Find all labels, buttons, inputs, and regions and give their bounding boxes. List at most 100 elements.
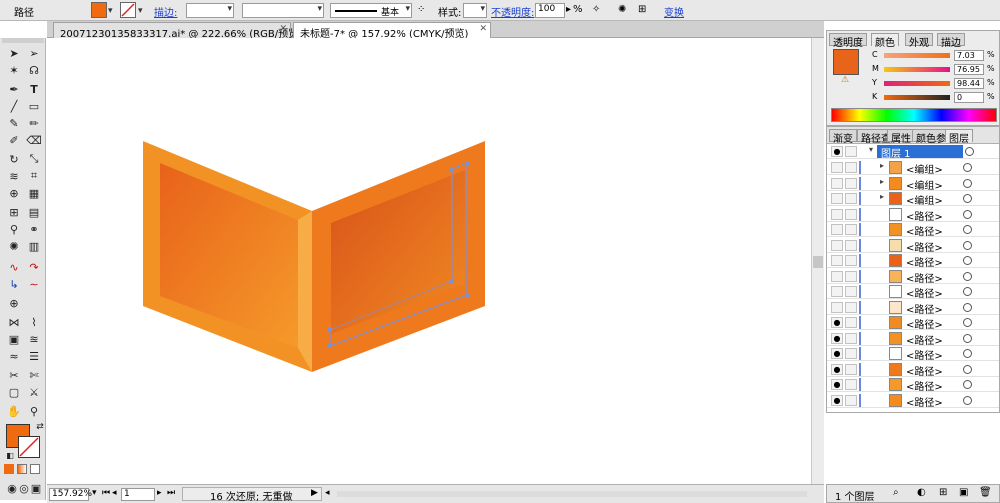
layer-item-row[interactable]: ● <路径> [827, 315, 999, 331]
lock-toggle[interactable] [845, 317, 857, 328]
locate-object-icon[interactable]: ⌕ [893, 487, 899, 498]
scroll-thumb[interactable] [813, 256, 823, 268]
align-icon[interactable]: ⊞ [638, 4, 646, 15]
stroke-profile-field[interactable]: 基本 ▾ [330, 3, 412, 18]
target-icon[interactable] [963, 287, 972, 296]
layer-item-row[interactable]: ▸ <编组> [827, 176, 999, 192]
fill-swatch[interactable] [91, 2, 107, 18]
tab-stroke[interactable]: 描边 [937, 33, 965, 49]
out-of-gamut-icon[interactable]: ⚠ [841, 75, 849, 85]
pen-tool-icon[interactable]: ✒ [6, 82, 22, 96]
selection-tool-icon[interactable]: ➤ [6, 46, 22, 60]
free-transform-icon[interactable]: ⌗ [26, 169, 42, 183]
gradient-mode-swatch[interactable] [17, 464, 27, 474]
hand-tool-icon[interactable]: ✋ [6, 404, 22, 418]
gradient-tool-icon[interactable]: ▤ [26, 205, 42, 219]
opacity-link[interactable]: 不透明度: [491, 4, 534, 19]
zoom-field[interactable]: 157.92% [49, 488, 92, 501]
visibility-eye-icon[interactable]: ● [831, 332, 843, 344]
lock-toggle[interactable] [845, 394, 857, 406]
tab-gradient[interactable]: 渐变 [829, 129, 857, 145]
none-mode-swatch[interactable] [30, 464, 40, 474]
tab-document-1[interactable]: 20071230135833317.ai* @ 222.66% (RGB/预览)… [53, 22, 302, 40]
lock-toggle[interactable] [845, 363, 857, 375]
chevron-down-icon[interactable]: ▾ [869, 145, 873, 154]
visibility-eye-icon[interactable]: ● [831, 348, 843, 359]
visibility-eye-icon[interactable]: ● [831, 317, 843, 328]
layer-item-row[interactable]: <路径> [827, 253, 999, 269]
layer-item-row[interactable]: <路径> [827, 269, 999, 285]
anchor-point[interactable] [450, 167, 454, 171]
tab-attributes[interactable]: 属性 [887, 129, 915, 145]
layer-row[interactable]: ● ▾ 图层 1 [827, 144, 999, 160]
screen-mode-icon[interactable]: ▣ [28, 481, 44, 495]
target-icon[interactable] [963, 380, 972, 389]
line-tool-icon[interactable]: ╱ [6, 99, 22, 113]
layer-item-row[interactable]: ● <路径> [827, 377, 999, 393]
anchor-convert-icon[interactable]: ↷ [26, 260, 42, 274]
tools-grip[interactable] [2, 38, 44, 43]
transform-link[interactable]: 变换 [664, 4, 684, 19]
curve-right-icon[interactable]: ∼ [26, 277, 42, 291]
rectangle-tool-icon[interactable]: ▭ [26, 99, 42, 113]
lasso-icon[interactable]: ☊ [26, 63, 42, 77]
lock-toggle[interactable] [845, 208, 857, 220]
visibility-eye-icon[interactable] [831, 286, 843, 297]
lock-toggle[interactable] [845, 239, 857, 251]
color-swatch[interactable] [833, 49, 859, 75]
expand-arrow-icon[interactable]: ▸ [880, 192, 884, 201]
envelope-icon[interactable]: ⌇ [26, 315, 42, 329]
layer-item-row[interactable]: <路径> [827, 238, 999, 254]
paintbrush-icon[interactable]: ✎ [6, 116, 22, 130]
layers-stack-icon[interactable]: ≊ [26, 332, 42, 346]
layer-item-name[interactable]: <路径> [906, 208, 943, 223]
last-page-icon[interactable]: ⏭ [167, 488, 175, 498]
width-tool-icon[interactable]: ⋈ [6, 315, 22, 329]
perspective-grid-icon[interactable]: ▦ [26, 186, 42, 200]
anchor-point[interactable] [328, 328, 332, 332]
stroke-weight-field[interactable]: ▾ [186, 3, 234, 18]
target-icon[interactable] [963, 178, 972, 188]
slice-icon[interactable]: ✂ [6, 368, 22, 382]
warp-tool-icon[interactable]: ≋ [6, 169, 22, 183]
target-icon[interactable] [963, 333, 972, 343]
swap-colors-icon[interactable]: ⇄ [32, 420, 48, 434]
visibility-eye-icon[interactable] [831, 162, 843, 173]
visibility-eye-icon[interactable] [831, 239, 843, 251]
expand-arrow-icon[interactable]: ▸ [880, 161, 884, 170]
layer-item-name[interactable]: <路径> [906, 301, 943, 316]
blob-brush-icon[interactable]: ✐ [6, 133, 22, 147]
curve-left-icon[interactable]: ↳ [6, 277, 22, 291]
lock-toggle[interactable] [845, 177, 857, 189]
layer-item-name[interactable]: <路径> [906, 285, 943, 300]
blend-tool-icon[interactable]: ⚭ [26, 222, 42, 236]
visibility-eye-icon[interactable]: ● [831, 363, 843, 375]
target-icon[interactable]: ⊕ [6, 296, 22, 310]
layer-item-name[interactable]: <编组> [906, 177, 943, 192]
layer-item-name[interactable]: <路径> [906, 223, 943, 238]
target-icon[interactable] [963, 209, 972, 219]
visibility-eye-icon[interactable]: ● [831, 394, 843, 406]
lock-toggle[interactable] [845, 193, 857, 204]
m-slider[interactable] [884, 67, 950, 72]
layer-item-name[interactable]: <路径> [906, 316, 943, 331]
layer-item-name[interactable]: <路径> [906, 378, 943, 393]
opacity-dropdown-icon[interactable]: ▸ [566, 4, 571, 15]
lock-toggle[interactable] [845, 348, 857, 359]
lock-toggle[interactable] [845, 255, 857, 266]
layer-item-row[interactable]: ● <路径> [827, 362, 999, 378]
tab-appearance[interactable]: 外观 [905, 33, 933, 49]
lock-toggle[interactable] [845, 332, 857, 344]
close-icon[interactable]: ✕ [279, 24, 287, 34]
tab-document-2[interactable]: 未标题-7* @ 157.92% (CMYK/预览) ✕ [293, 22, 491, 40]
y-slider[interactable] [884, 81, 950, 86]
layer-item-name[interactable]: <路径> [906, 394, 943, 409]
k-value-field[interactable]: 0 [954, 92, 984, 103]
artboard-canvas[interactable] [47, 38, 811, 484]
layer-item-name[interactable]: <路径> [906, 332, 943, 347]
type-tool-icon[interactable]: T [26, 82, 42, 96]
gear-icon[interactable]: ✺ [618, 4, 626, 15]
tab-transparency[interactable]: 透明度 [829, 33, 867, 49]
tab-layers[interactable]: 图层 [945, 129, 973, 145]
layer-item-name[interactable]: <路径> [906, 239, 943, 254]
